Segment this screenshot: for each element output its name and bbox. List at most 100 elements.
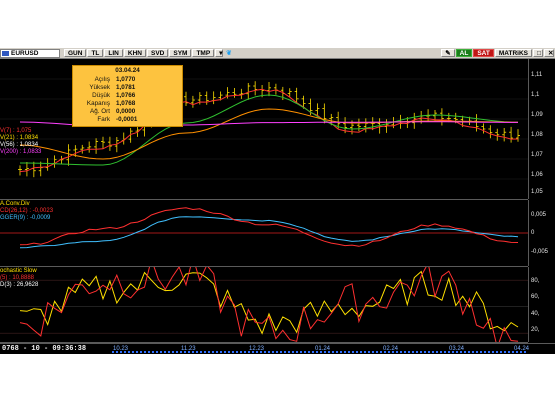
stochastic-chart[interactable] xyxy=(0,267,528,342)
time-axis-tick xyxy=(136,351,138,353)
time-axis-tick xyxy=(496,351,498,353)
status-text: 0768 - 10 - 09:36:38 xyxy=(2,345,87,353)
time-axis-tick xyxy=(380,351,382,353)
time-axis-tick xyxy=(428,351,430,353)
macd-tick: -0,005 xyxy=(531,249,549,255)
time-axis-tick xyxy=(308,351,310,353)
price-tick: 1,05 xyxy=(531,189,543,195)
price-pane[interactable]: V(7) : 1,075 V(21) : 1,0834 V(56) : 1,08… xyxy=(0,59,528,200)
legend-stochastic-title: ochastic Slow xyxy=(0,268,37,274)
macd-line xyxy=(19,207,519,247)
time-axis-tick xyxy=(424,351,426,353)
button-khn[interactable]: KHN xyxy=(123,49,146,57)
button-sym[interactable]: SYM xyxy=(169,49,192,57)
time-axis-tick xyxy=(140,351,142,353)
button-lin[interactable]: LIN xyxy=(104,49,123,57)
time-axis-tick xyxy=(228,351,230,353)
x-label: 01.24 xyxy=(315,346,331,352)
legend-signal-value: GGER(9) : -0,0009 xyxy=(0,215,51,221)
button-tl[interactable]: TL xyxy=(87,49,104,57)
sell-button[interactable]: SAT xyxy=(473,49,494,57)
status-bar: 0768 - 10 - 09:36:38 10.23 11.23 12.23 0… xyxy=(0,343,555,354)
time-axis-tick xyxy=(300,351,302,353)
time-axis-tick xyxy=(332,351,334,353)
time-axis-tick xyxy=(212,351,214,353)
button-svd[interactable]: SVD xyxy=(146,49,169,57)
legend-ma200: V(200) : 1,0833 xyxy=(0,149,42,155)
dropdown-icon[interactable]: ▾ xyxy=(215,49,224,57)
time-axis-tick xyxy=(468,351,470,353)
macd-pane[interactable]: A.Conv.Div CD(26,12) : -0,0023 GGER(9) :… xyxy=(0,200,528,267)
toolbar: EURUSD GUN TL LIN KHN SVD SYM TMP ▾ ❦ ✎ … xyxy=(0,48,555,59)
time-axis-tick xyxy=(484,351,486,353)
x-label: 10.23 xyxy=(113,346,129,352)
time-axis-tick xyxy=(288,351,290,353)
ohlc-tooltip: 03.04.24 Açılış 1,0770 Yüksek 1,0781 Düşük… xyxy=(72,65,183,127)
window-icon[interactable]: □ xyxy=(533,49,543,57)
time-axis-tick xyxy=(336,351,338,353)
time-axis-tick xyxy=(196,351,198,353)
tooltip-value-low: 1,0766 xyxy=(116,92,136,99)
stochastic-pane[interactable]: ochastic Slow (5) : 10,8888 D(3) : 26,96… xyxy=(0,267,528,343)
time-axis-tick xyxy=(444,351,446,353)
twitter-icon[interactable]: ❦ xyxy=(224,49,233,57)
tooltip-value-close: 1,0768 xyxy=(116,100,136,107)
button-tmp[interactable]: TMP xyxy=(192,49,215,57)
time-axis-tick xyxy=(284,351,286,353)
stoch-tick: 40, xyxy=(531,311,540,317)
legend-stochastic-k: (5) : 10,8888 xyxy=(0,275,35,281)
tooltip-label-open: Açılış xyxy=(94,76,110,83)
tooltip-date: 03.04.24 xyxy=(115,67,140,74)
time-axis-tick xyxy=(220,351,222,353)
time-axis-tick xyxy=(164,351,166,353)
x-label: 11.23 xyxy=(181,346,196,352)
symbol-label: EURUSD xyxy=(11,49,39,57)
stoch-tick: 80, xyxy=(531,278,540,284)
time-axis-tick xyxy=(436,351,438,353)
macd-chart[interactable] xyxy=(0,200,528,266)
stochastic-axis[interactable]: 80, 60, 40, 20, xyxy=(528,267,555,342)
time-axis-tick xyxy=(268,351,270,353)
close-icon[interactable]: ✕ xyxy=(544,49,554,57)
settings-icon[interactable]: ✎ xyxy=(441,49,455,57)
matriks-button[interactable]: MATRiKS xyxy=(494,49,532,57)
legend-macd-value: CD(26,12) : -0,0023 xyxy=(0,208,54,214)
tooltip-label-high: Yüksek xyxy=(89,84,110,91)
time-axis-tick xyxy=(244,351,246,353)
stoch-tick: 20, xyxy=(531,327,540,333)
legend-stochastic-d: D(3) : 26,9628 xyxy=(0,282,39,288)
price-tick: 1,07 xyxy=(531,152,543,158)
legend-ma56: V(56) : 1,0834 xyxy=(0,142,39,148)
time-axis-tick xyxy=(500,351,502,353)
macd-tick: 0 xyxy=(531,230,535,236)
buy-button[interactable]: AL xyxy=(455,49,473,57)
button-gun[interactable]: GUN xyxy=(64,49,87,57)
time-axis-tick xyxy=(492,351,494,353)
time-axis-tick xyxy=(440,351,442,353)
time-axis-tick xyxy=(476,351,478,353)
time-axis-tick xyxy=(160,351,162,353)
time-axis-tick xyxy=(376,351,378,353)
time-axis-tick xyxy=(480,351,482,353)
x-label: 03.24 xyxy=(449,346,465,352)
time-axis-tick xyxy=(296,351,298,353)
x-label: 04.24 xyxy=(514,346,530,352)
time-axis-tick xyxy=(304,351,306,353)
tooltip-label-wavg: Ağ. Ort xyxy=(90,108,110,115)
time-axis-tick xyxy=(348,351,350,353)
x-label: 02.24 xyxy=(383,346,399,352)
price-axis[interactable]: 1,11 1,1 1,09 1,08 1,07 1,06 1,05 xyxy=(528,59,555,199)
time-axis-tick xyxy=(204,351,206,353)
time-axis-tick xyxy=(412,351,414,353)
macd-axis[interactable]: 0,005 0 -0,005 xyxy=(528,200,555,266)
time-axis-tick xyxy=(372,351,374,353)
time-axis-tick xyxy=(420,351,422,353)
time-axis-tick xyxy=(156,351,158,353)
price-tick: 1,06 xyxy=(531,172,543,178)
time-axis-tick xyxy=(464,351,466,353)
stochastic-d-line xyxy=(19,270,519,335)
symbol-selector[interactable]: EURUSD xyxy=(0,48,60,58)
stoch-tick: 60, xyxy=(531,294,540,300)
tooltip-label-close: Kapanış xyxy=(86,100,110,107)
time-axis-tick xyxy=(208,351,210,353)
